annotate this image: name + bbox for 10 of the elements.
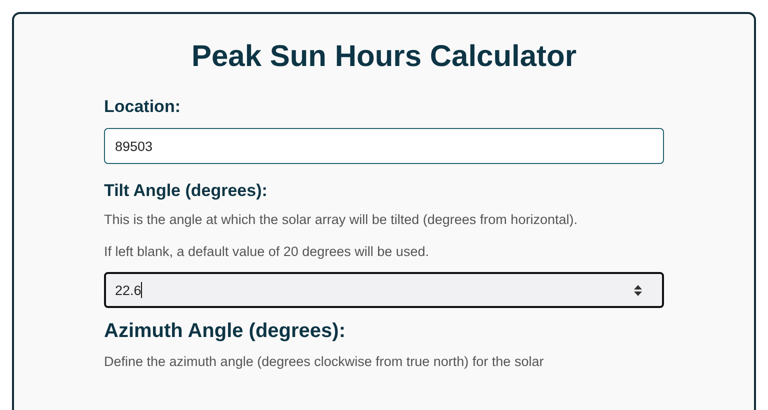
tilt-angle-input[interactable]: 22.6 — [104, 272, 664, 308]
help-text: Define the azimuth angle (degrees clockwise from true north) for the solar — [104, 353, 544, 371]
field-label: Tilt Angle (degrees): — [104, 180, 268, 202]
help-text: If left blank, a default value of 20 degrees will be used. — [104, 243, 429, 261]
help-text: This is the angle at which the solar array will be tilted (degrees from horizontal). — [104, 211, 578, 229]
spinner-icon[interactable] — [634, 284, 642, 296]
field-label: Azimuth Angle (degrees): — [104, 319, 346, 344]
field-label: Location: — [104, 96, 180, 118]
location-input[interactable]: 89503 — [104, 128, 664, 164]
page-title: Peak Sun Hours Calculator — [190, 39, 578, 75]
